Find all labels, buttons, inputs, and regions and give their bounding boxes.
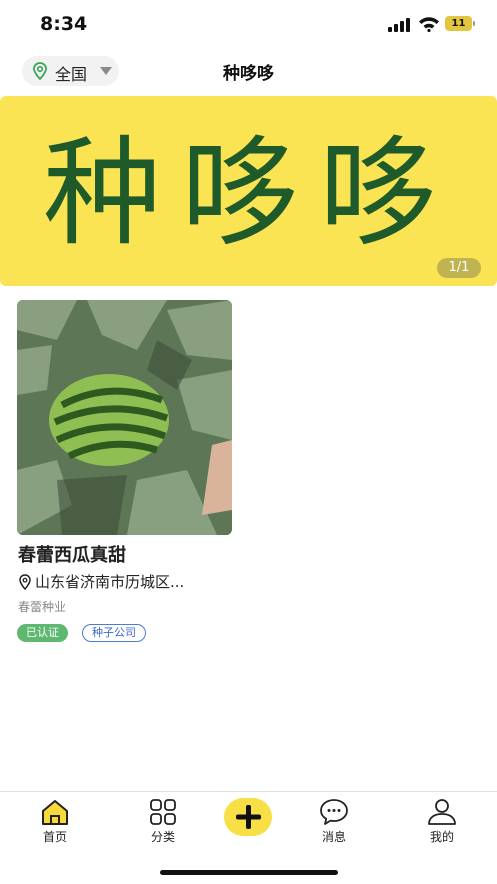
category-badge: 种子公司 (82, 624, 146, 642)
tab-messages-label: 消息 (321, 830, 346, 844)
wifi-icon (419, 17, 439, 32)
status-time: 8:34 (40, 13, 88, 35)
top-header: 全国 种哆哆 (0, 48, 497, 94)
svg-text:种哆哆: 种哆哆 (43, 124, 457, 262)
location-label: 全国 (55, 65, 88, 84)
tab-messages[interactable]: 消息 (299, 798, 369, 848)
listing-title: 春蕾西瓜真甜 (18, 545, 126, 566)
location-selector[interactable]: 全国 (22, 56, 119, 86)
cellular-signal-icon (388, 18, 410, 32)
home-indicator (160, 870, 338, 875)
user-icon (428, 799, 456, 825)
location-pin-icon (19, 574, 31, 590)
tab-profile[interactable]: 我的 (407, 798, 477, 848)
banner-page-counter: 1/1 (437, 258, 481, 278)
product-photo (17, 300, 232, 535)
plus-icon (236, 805, 261, 829)
tab-category[interactable]: 分类 (128, 798, 198, 848)
location-pin-icon (33, 62, 47, 80)
publish-button[interactable] (224, 798, 272, 836)
battery-icon: 11 (445, 16, 477, 32)
tab-home[interactable]: 首页 (20, 798, 90, 848)
tab-home-label: 首页 (42, 830, 67, 844)
watermelon-photo-image (17, 300, 232, 535)
bottom-tab-bar: 首页 分类 消息 我的 (0, 791, 497, 884)
chat-bubble-icon (320, 799, 348, 825)
battery-level: 11 (451, 18, 466, 29)
caret-down-icon (100, 67, 112, 75)
listing-card[interactable]: 春蕾西瓜真甜 山东省济南市历城区... 春蕾种业 已认证 种子公司 (17, 300, 232, 650)
verified-badge: 已认证 (17, 624, 68, 642)
banner-carousel[interactable]: 种哆哆 1/1 (0, 96, 497, 286)
tab-profile-label: 我的 (429, 830, 454, 844)
tab-category-label: 分类 (150, 830, 175, 844)
brand-logo-image: 种哆哆 (43, 124, 457, 262)
home-icon (42, 800, 68, 825)
grid-icon (150, 799, 176, 825)
listing-address: 山东省济南市历城区... (35, 573, 185, 591)
status-bar: 8:34 11 (0, 0, 497, 48)
listing-company: 春蕾种业 (18, 600, 67, 614)
